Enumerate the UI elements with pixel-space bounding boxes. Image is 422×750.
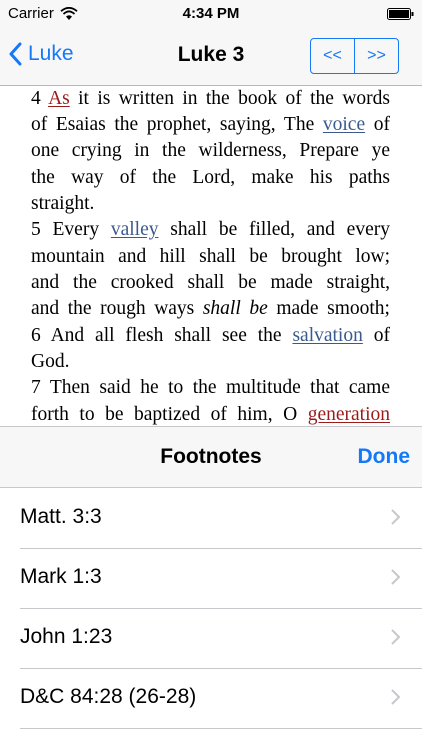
battery-icon (387, 8, 414, 20)
text-run: of (365, 114, 391, 135)
text-run: 5 Every (31, 219, 111, 240)
scripture-line: one crying in the wilderness, Prepare ye (31, 140, 390, 161)
text-run: of (362, 325, 390, 346)
text-run: forth to be baptized of him, O (31, 404, 308, 425)
text-run: and the rough ways (31, 298, 203, 319)
list-item-label: John 1:23 (20, 625, 113, 648)
chevron-right-icon (391, 629, 400, 645)
list-item-label: Mark 1:3 (20, 565, 102, 588)
scripture-line: mountain and hill shall be brought low; (31, 246, 390, 267)
nav-bar: Luke Luke 3 << >> (0, 28, 422, 86)
footnote-link[interactable]: generation (308, 404, 390, 425)
footnote-link[interactable]: voice (323, 114, 365, 135)
status-time: 4:34 PM (182, 5, 240, 22)
text-run: shall be filled, and every (158, 219, 390, 240)
scripture-text: 4 As it is written in the book of the wo… (0, 85, 422, 426)
footnote-link[interactable]: salvation (292, 325, 362, 346)
chapter-nav-segmented-control: << >> (310, 38, 399, 74)
scripture-line: God. (31, 351, 70, 372)
status-bar: Carrier 4:34 PM (0, 0, 422, 28)
list-item-label: Matt. 3:3 (20, 505, 102, 528)
footnotes-list: Matt. 3:3 Mark 1:3 John 1:23 D&C 84:28 (… (0, 488, 422, 729)
text-run: 6 And all flesh shall see the (31, 325, 293, 346)
footnote-link[interactable]: valley (111, 219, 159, 240)
next-chapter-button[interactable]: >> (354, 39, 398, 73)
scripture-line: straight. (31, 193, 95, 214)
list-item[interactable]: D&C 84:28 (26-28) (0, 668, 422, 729)
previous-chapter-button[interactable]: << (311, 39, 354, 73)
list-item[interactable]: Mark 1:3 (0, 548, 422, 609)
scripture-line: of Esaias the prophet, saying, The voice… (31, 112, 390, 138)
scripture-line: 4 As it is written in the book of the wo… (31, 86, 390, 112)
done-button[interactable]: Done (358, 445, 411, 469)
text-run: 4 (31, 88, 49, 109)
list-item-partial (0, 728, 422, 750)
scripture-line: and the rough ways shall be made smooth; (31, 296, 390, 322)
scripture-line: and the crooked shall be made straight, (31, 272, 390, 293)
text-run: it is written in the book of the words (69, 88, 390, 109)
scripture-line: 7 Then said he to the multitude that cam… (31, 377, 390, 398)
scripture-line: the way of the Lord, make his paths (31, 167, 390, 188)
scripture-line: forth to be baptized of him, O generatio… (31, 402, 390, 426)
text-run: made smooth; (267, 298, 390, 319)
scripture-line: 6 And all flesh shall see the salvation … (31, 323, 390, 349)
text-run: of Esaias the prophet, saying, The (31, 114, 323, 135)
list-item-label: D&C 84:28 (26-28) (20, 685, 197, 708)
chevron-right-icon (391, 689, 400, 705)
footnote-link[interactable]: As (48, 88, 70, 109)
footnotes-header: Footnotes Done (0, 426, 422, 488)
list-item[interactable]: John 1:23 (0, 608, 422, 669)
scripture-line: 5 Every valley shall be filled, and ever… (31, 217, 390, 243)
chevron-right-icon (391, 569, 400, 585)
italic-text-run: shall be (202, 298, 268, 319)
chevron-right-icon (391, 509, 400, 525)
list-item[interactable]: Matt. 3:3 (0, 488, 422, 549)
